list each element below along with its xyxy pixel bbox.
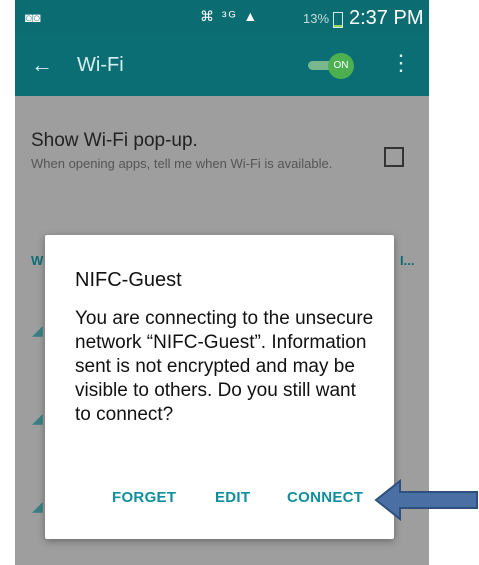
setting-title[interactable]: Show Wi-Fi pop-up. xyxy=(31,130,198,152)
connect-dialog: NIFC-Guest You are connecting to the uns… xyxy=(45,235,394,539)
toggle-knob: ON xyxy=(328,53,354,79)
back-arrow-icon[interactable]: ← xyxy=(31,52,53,78)
section-header-partial: W xyxy=(31,253,44,268)
battery-icon xyxy=(333,12,343,28)
pointer-arrow-icon xyxy=(374,478,478,522)
clock: 2:37 PM xyxy=(349,7,424,29)
voicemail-icon: ◙◙ xyxy=(25,10,41,25)
dialog-title: NIFC-Guest xyxy=(75,269,182,291)
show-popup-checkbox[interactable] xyxy=(384,147,404,167)
forget-button[interactable]: FORGET xyxy=(112,489,176,506)
wifi-signal-icon: ◢ xyxy=(32,498,43,514)
status-bar: ◙◙ ⌘ ³ᴳ ▲ 13% 2:37 PM xyxy=(15,0,429,36)
wifi-signal-icon: ◢ xyxy=(32,322,43,338)
battery-percent: 13% xyxy=(303,11,330,26)
wifi-toggle[interactable]: ON xyxy=(308,53,358,79)
signal-icons: ⌘ ³ᴳ ▲ xyxy=(200,8,260,24)
app-bar: ← Wi-Fi ON ⋮ xyxy=(15,36,429,96)
section-more[interactable]: I... xyxy=(400,253,414,268)
dialog-message: You are connecting to the unsecure netwo… xyxy=(75,308,374,425)
edit-button[interactable]: EDIT xyxy=(215,489,250,506)
wifi-signal-icon: ◢ xyxy=(32,410,43,426)
setting-description: When opening apps, tell me when Wi-Fi is… xyxy=(31,156,333,171)
page-title: Wi-Fi xyxy=(77,54,124,76)
more-options-icon[interactable]: ⋮ xyxy=(390,50,412,76)
connect-button[interactable]: CONNECT xyxy=(287,489,363,506)
